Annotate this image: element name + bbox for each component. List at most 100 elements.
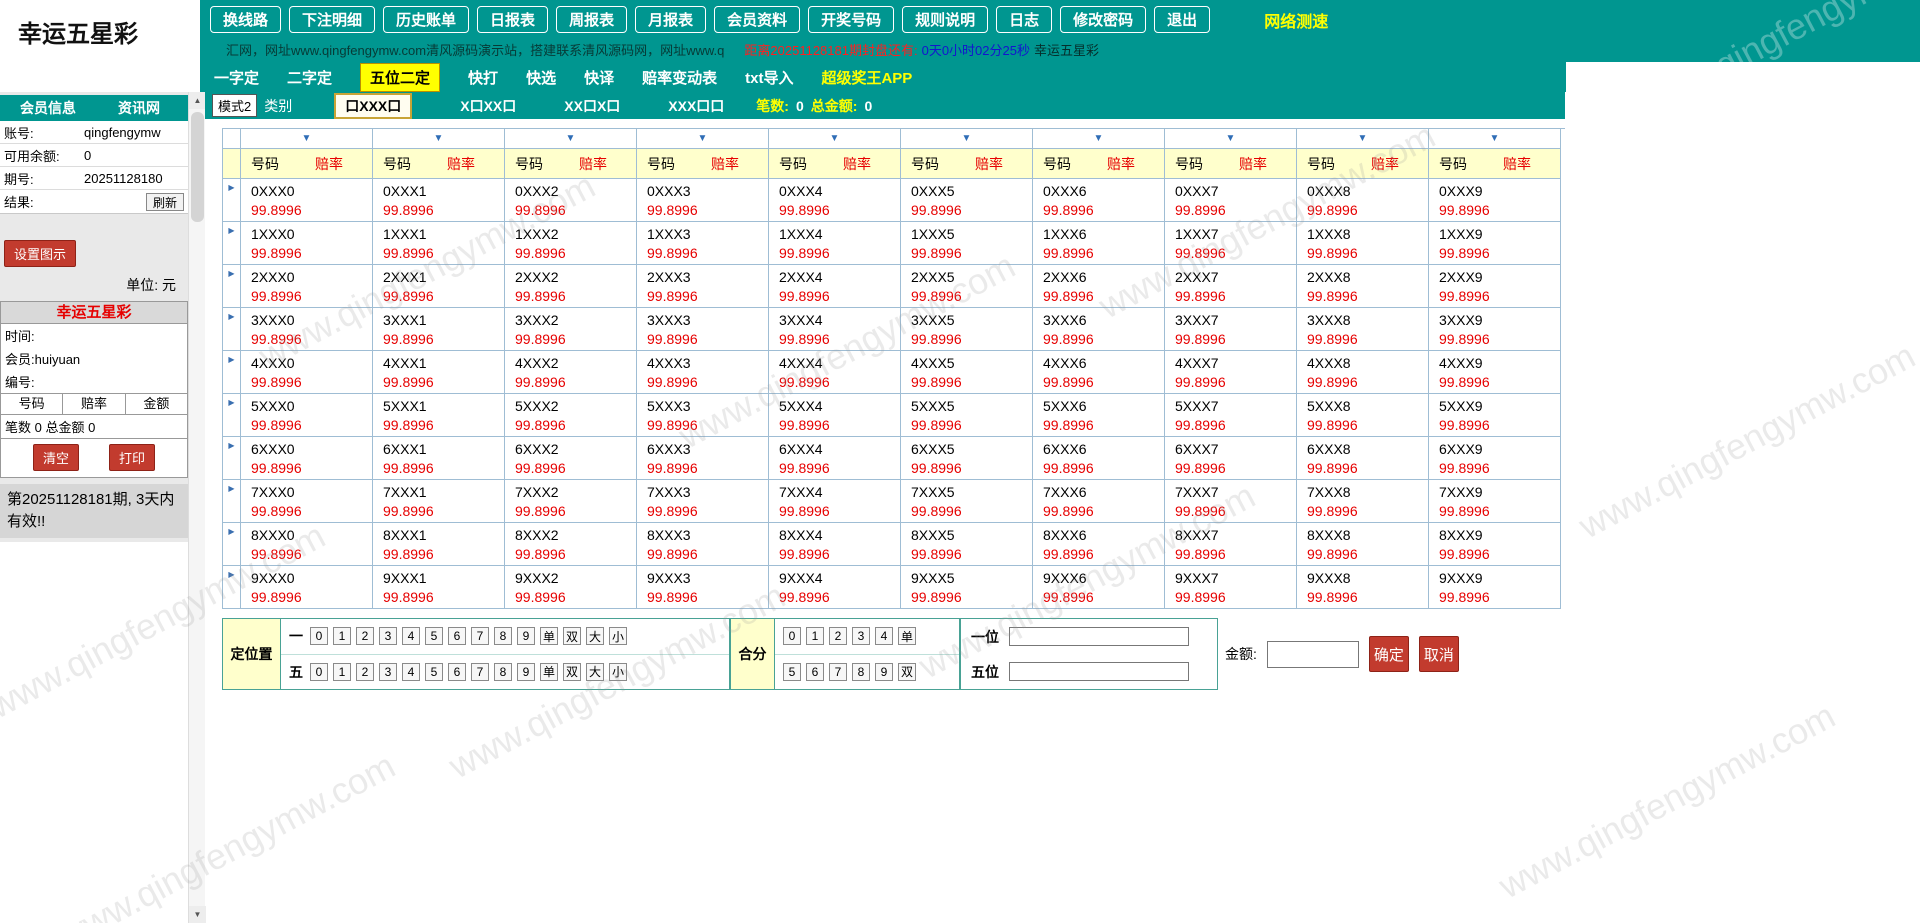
bet-cell[interactable]: 7XXX7 99.8996 xyxy=(1165,480,1297,523)
game-tab[interactable]: 快译 xyxy=(584,67,614,88)
bet-cell[interactable]: 5XXX3 99.8996 xyxy=(637,394,769,437)
nav-button[interactable]: 月报表 xyxy=(635,6,707,33)
bet-cell[interactable]: 6XXX4 99.8996 xyxy=(769,437,901,480)
bet-cell[interactable]: 7XXX3 99.8996 xyxy=(637,480,769,523)
column-filter-dropdown[interactable]: ▼ xyxy=(505,129,637,149)
bet-cell[interactable]: 4XXX5 99.8996 xyxy=(901,351,1033,394)
digit-button[interactable]: 3 xyxy=(852,627,870,646)
bet-cell[interactable]: 8XXX8 99.8996 xyxy=(1297,523,1429,566)
odd-button[interactable]: 单 xyxy=(898,627,916,646)
bet-cell[interactable]: 7XXX8 99.8996 xyxy=(1297,480,1429,523)
bet-cell[interactable]: 2XXX0 99.8996 xyxy=(241,265,373,308)
scroll-down-icon[interactable]: ▼ xyxy=(189,906,206,923)
even-button[interactable]: 双 xyxy=(898,662,916,681)
bet-cell[interactable]: 6XXX3 99.8996 xyxy=(637,437,769,480)
bet-cell[interactable]: 5XXX2 99.8996 xyxy=(505,394,637,437)
bet-cell[interactable]: 4XXX4 99.8996 xyxy=(769,351,901,394)
small-button[interactable]: 小 xyxy=(609,662,627,681)
digit-button[interactable]: 1 xyxy=(806,627,824,646)
cancel-button[interactable]: 取消 xyxy=(1418,636,1459,672)
bet-cell[interactable]: 1XXX6 99.8996 xyxy=(1033,222,1165,265)
pattern-tab[interactable]: X口XX口 xyxy=(460,96,516,116)
bet-cell[interactable]: 2XXX2 99.8996 xyxy=(505,265,637,308)
digit-button[interactable]: 8 xyxy=(494,627,512,646)
digit-button[interactable]: 5 xyxy=(425,627,443,646)
column-filter-dropdown[interactable]: ▼ xyxy=(1297,129,1429,149)
digit-button[interactable]: 5 xyxy=(783,662,801,681)
bet-cell[interactable]: 8XXX0 99.8996 xyxy=(241,523,373,566)
digit-button[interactable]: 7 xyxy=(829,662,847,681)
bet-cell[interactable]: 2XXX7 99.8996 xyxy=(1165,265,1297,308)
nav-button[interactable]: 规则说明 xyxy=(902,6,989,33)
bet-cell[interactable]: 8XXX6 99.8996 xyxy=(1033,523,1165,566)
pos-1-input[interactable] xyxy=(1009,627,1189,646)
digit-button[interactable]: 2 xyxy=(356,662,374,681)
bet-cell[interactable]: 7XXX2 99.8996 xyxy=(505,480,637,523)
bet-cell[interactable]: 0XXX6 99.8996 xyxy=(1033,179,1165,222)
bet-cell[interactable]: 0XXX8 99.8996 xyxy=(1297,179,1429,222)
column-filter-dropdown[interactable]: ▼ xyxy=(1033,129,1165,149)
bet-cell[interactable]: 9XXX9 99.8996 xyxy=(1429,566,1561,609)
game-tab[interactable]: txt导入 xyxy=(745,67,793,88)
bet-cell[interactable]: 8XXX3 99.8996 xyxy=(637,523,769,566)
digit-button[interactable]: 2 xyxy=(829,627,847,646)
bet-cell[interactable]: 3XXX2 99.8996 xyxy=(505,308,637,351)
game-tab[interactable]: 一字定 xyxy=(214,67,259,88)
digit-button[interactable]: 4 xyxy=(402,662,420,681)
bet-cell[interactable]: 5XXX9 99.8996 xyxy=(1429,394,1561,437)
column-filter-dropdown[interactable]: ▼ xyxy=(241,129,373,149)
pattern-tab[interactable]: 口XXX口 xyxy=(334,92,413,119)
bet-cell[interactable]: 7XXX1 99.8996 xyxy=(373,480,505,523)
bet-cell[interactable]: 1XXX2 99.8996 xyxy=(505,222,637,265)
digit-button[interactable]: 2 xyxy=(356,627,374,646)
nav-button[interactable]: 会员资料 xyxy=(714,6,801,33)
bet-cell[interactable]: 4XXX1 99.8996 xyxy=(373,351,505,394)
bet-cell[interactable]: 9XXX5 99.8996 xyxy=(901,566,1033,609)
bet-cell[interactable]: 3XXX8 99.8996 xyxy=(1297,308,1429,351)
bet-cell[interactable]: 9XXX2 99.8996 xyxy=(505,566,637,609)
bet-cell[interactable]: 5XXX5 99.8996 xyxy=(901,394,1033,437)
digit-button[interactable]: 8 xyxy=(852,662,870,681)
bet-cell[interactable]: 3XXX7 99.8996 xyxy=(1165,308,1297,351)
bet-cell[interactable]: 7XXX4 99.8996 xyxy=(769,480,901,523)
nav-button[interactable]: 历史账单 xyxy=(383,6,470,33)
bet-cell[interactable]: 9XXX7 99.8996 xyxy=(1165,566,1297,609)
digit-button[interactable]: 6 xyxy=(448,662,466,681)
amount-input[interactable] xyxy=(1266,640,1359,668)
bet-cell[interactable]: 8XXX4 99.8996 xyxy=(769,523,901,566)
nav-button[interactable]: 修改密码 xyxy=(1060,6,1147,33)
nav-button[interactable]: 开奖号码 xyxy=(808,6,895,33)
bet-cell[interactable]: 0XXX1 99.8996 xyxy=(373,179,505,222)
bet-cell[interactable]: 3XXX1 99.8996 xyxy=(373,308,505,351)
bet-cell[interactable]: 3XXX5 99.8996 xyxy=(901,308,1033,351)
bet-cell[interactable]: 3XXX6 99.8996 xyxy=(1033,308,1165,351)
column-filter-dropdown[interactable]: ▼ xyxy=(769,129,901,149)
bet-cell[interactable]: 8XXX1 99.8996 xyxy=(373,523,505,566)
column-filter-dropdown[interactable]: ▼ xyxy=(901,129,1033,149)
bet-cell[interactable]: 5XXX1 99.8996 xyxy=(373,394,505,437)
bet-cell[interactable]: 9XXX6 99.8996 xyxy=(1033,566,1165,609)
even-button[interactable]: 双 xyxy=(563,627,581,646)
odd-button[interactable]: 单 xyxy=(540,627,558,646)
bet-cell[interactable]: 2XXX4 99.8996 xyxy=(769,265,901,308)
bet-cell[interactable]: 8XXX7 99.8996 xyxy=(1165,523,1297,566)
bet-cell[interactable]: 2XXX8 99.8996 xyxy=(1297,265,1429,308)
digit-button[interactable]: 7 xyxy=(471,627,489,646)
bet-cell[interactable]: 0XXX7 99.8996 xyxy=(1165,179,1297,222)
digit-button[interactable]: 0 xyxy=(310,662,328,681)
game-tab[interactable]: 二字定 xyxy=(287,67,332,88)
bet-cell[interactable]: 2XXX1 99.8996 xyxy=(373,265,505,308)
network-speed-test-link[interactable]: 网络测速 xyxy=(1264,8,1328,32)
bet-cell[interactable]: 6XXX1 99.8996 xyxy=(373,437,505,480)
digit-button[interactable]: 7 xyxy=(471,662,489,681)
bet-cell[interactable]: 7XXX0 99.8996 xyxy=(241,480,373,523)
super-app-link[interactable]: 超级奖王APP xyxy=(821,67,912,88)
digit-button[interactable]: 9 xyxy=(517,662,535,681)
bet-cell[interactable]: 3XXX0 99.8996 xyxy=(241,308,373,351)
bet-cell[interactable]: 1XXX9 99.8996 xyxy=(1429,222,1561,265)
bet-cell[interactable]: 4XXX8 99.8996 xyxy=(1297,351,1429,394)
bet-cell[interactable]: 1XXX0 99.8996 xyxy=(241,222,373,265)
mode-chip[interactable]: 模式2 xyxy=(212,94,258,117)
digit-button[interactable]: 3 xyxy=(379,662,397,681)
bet-cell[interactable]: 3XXX4 99.8996 xyxy=(769,308,901,351)
